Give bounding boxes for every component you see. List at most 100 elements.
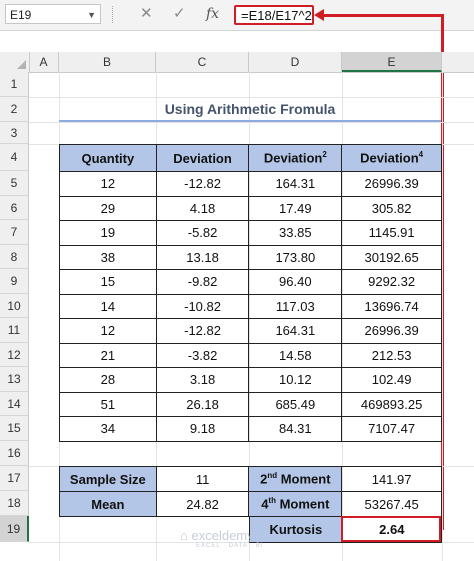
row-header-17[interactable]: 17 bbox=[0, 466, 29, 491]
row-header-6[interactable]: 6 bbox=[0, 195, 29, 220]
gridline bbox=[29, 122, 474, 123]
header-quantity[interactable]: Quantity bbox=[59, 144, 157, 172]
cell[interactable]: 19 bbox=[59, 220, 157, 246]
row-header-3[interactable]: 3 bbox=[0, 122, 29, 144]
cell[interactable]: 29 bbox=[59, 195, 157, 221]
cell[interactable]: 13.18 bbox=[155, 244, 250, 270]
watermark-icon: ⌂ bbox=[180, 528, 188, 543]
mean-value[interactable]: 24.82 bbox=[155, 491, 250, 517]
column-header-b[interactable]: B bbox=[59, 52, 156, 72]
header-deviation-squared[interactable]: Deviation2 bbox=[248, 144, 343, 172]
cell[interactable]: -3.82 bbox=[155, 342, 250, 368]
row-header-12[interactable]: 12 bbox=[0, 342, 29, 367]
cell[interactable]: 30192.65 bbox=[341, 244, 442, 270]
cell[interactable]: 1145.91 bbox=[341, 220, 442, 246]
insert-function-icon[interactable]: fx bbox=[206, 5, 219, 23]
cell[interactable]: 28 bbox=[59, 367, 157, 393]
moment-word: Moment bbox=[275, 496, 330, 512]
gridline bbox=[442, 72, 443, 561]
cell[interactable]: -9.82 bbox=[155, 269, 250, 295]
cell[interactable]: 685.49 bbox=[248, 391, 343, 417]
cell[interactable]: 7107.47 bbox=[341, 416, 442, 442]
sample-size-value[interactable]: 11 bbox=[155, 466, 250, 492]
enter-icon[interactable]: ✓ bbox=[173, 5, 186, 23]
column-header-d[interactable]: D bbox=[249, 52, 342, 72]
header-deviation-fourth[interactable]: Deviation4 bbox=[341, 144, 442, 172]
column-header-row: A B C D E bbox=[0, 52, 474, 73]
cell[interactable]: -12.82 bbox=[155, 318, 250, 344]
fourth-moment-value[interactable]: 53267.45 bbox=[341, 491, 442, 517]
row-header-5[interactable]: 5 bbox=[0, 171, 29, 196]
row-header-1[interactable]: 1 bbox=[0, 72, 29, 97]
row-header-13[interactable]: 13 bbox=[0, 367, 29, 392]
cell[interactable]: 34 bbox=[59, 416, 157, 442]
cell[interactable]: 26.18 bbox=[155, 391, 250, 417]
cell[interactable]: 13696.74 bbox=[341, 293, 442, 319]
cell[interactable]: 117.03 bbox=[248, 293, 343, 319]
mean-label[interactable]: Mean bbox=[59, 491, 157, 517]
cell[interactable]: 3.18 bbox=[155, 367, 250, 393]
header-deviation[interactable]: Deviation bbox=[155, 144, 250, 172]
cell[interactable]: 305.82 bbox=[341, 195, 442, 221]
name-box-value: E19 bbox=[10, 8, 32, 22]
sample-size-label[interactable]: Sample Size bbox=[59, 466, 157, 492]
name-box[interactable]: E19 ▼ bbox=[5, 4, 101, 24]
row-header-18[interactable]: 18 bbox=[0, 491, 29, 516]
row-header-14[interactable]: 14 bbox=[0, 391, 29, 416]
column-header-e[interactable]: E bbox=[342, 52, 442, 72]
row-header-4[interactable]: 4 bbox=[0, 144, 29, 171]
column-header-c[interactable]: C bbox=[156, 52, 249, 72]
select-all-corner[interactable] bbox=[0, 52, 30, 72]
cell[interactable]: -12.82 bbox=[155, 171, 250, 197]
row-header-2[interactable]: 2 bbox=[0, 97, 29, 122]
formula-input[interactable]: =E18/E17^2 bbox=[234, 5, 314, 25]
cell[interactable]: 102.49 bbox=[341, 367, 442, 393]
cell[interactable]: 212.53 bbox=[341, 342, 442, 368]
cell[interactable]: 173.80 bbox=[248, 244, 343, 270]
fourth-moment-label[interactable]: 4th Moment bbox=[248, 491, 343, 517]
cell[interactable]: 96.40 bbox=[248, 269, 343, 295]
row-header-10[interactable]: 10 bbox=[0, 293, 29, 318]
cell[interactable]: 51 bbox=[59, 391, 157, 417]
second-moment-value[interactable]: 141.97 bbox=[341, 466, 442, 492]
cell[interactable]: 15 bbox=[59, 269, 157, 295]
table-row: 19 -5.82 33.85 1145.91 bbox=[59, 220, 442, 246]
row-header-8[interactable]: 8 bbox=[0, 244, 29, 269]
cell[interactable]: 26996.39 bbox=[341, 318, 442, 344]
cell[interactable]: 14 bbox=[59, 293, 157, 319]
column-header-a[interactable]: A bbox=[29, 52, 59, 72]
cell[interactable]: 12 bbox=[59, 318, 157, 344]
table-row: 14 -10.82 117.03 13696.74 bbox=[59, 293, 442, 319]
separator bbox=[112, 6, 115, 23]
row-header-9[interactable]: 9 bbox=[0, 269, 29, 294]
row-header-19[interactable]: 19 bbox=[0, 516, 29, 542]
cell[interactable]: 9292.32 bbox=[341, 269, 442, 295]
cell[interactable]: -10.82 bbox=[155, 293, 250, 319]
cell[interactable]: 17.49 bbox=[248, 195, 343, 221]
cell[interactable]: 14.58 bbox=[248, 342, 343, 368]
cell[interactable]: 38 bbox=[59, 244, 157, 270]
table-row: 28 3.18 10.12 102.49 bbox=[59, 367, 442, 393]
cell[interactable]: 21 bbox=[59, 342, 157, 368]
row-header-15[interactable]: 15 bbox=[0, 416, 29, 441]
cell[interactable]: 164.31 bbox=[248, 171, 343, 197]
kurtosis-label[interactable]: Kurtosis bbox=[249, 516, 343, 543]
cell[interactable]: 164.31 bbox=[248, 318, 343, 344]
row-header-7[interactable]: 7 bbox=[0, 220, 29, 245]
cell[interactable]: 33.85 bbox=[248, 220, 343, 246]
cell[interactable]: 9.18 bbox=[155, 416, 250, 442]
cancel-icon[interactable]: ✕ bbox=[140, 5, 153, 23]
table-row: 21 -3.82 14.58 212.53 bbox=[59, 342, 442, 368]
cell[interactable]: 469893.25 bbox=[341, 391, 442, 417]
second-moment-label[interactable]: 2nd Moment bbox=[248, 466, 343, 492]
superscript: 2 bbox=[322, 150, 327, 160]
cell[interactable]: 84.31 bbox=[248, 416, 343, 442]
cell[interactable]: -5.82 bbox=[155, 220, 250, 246]
row-header-11[interactable]: 11 bbox=[0, 318, 29, 343]
cell[interactable]: 10.12 bbox=[248, 367, 343, 393]
row-header-16[interactable]: 16 bbox=[0, 440, 29, 466]
cell[interactable]: 4.18 bbox=[155, 195, 250, 221]
chevron-down-icon[interactable]: ▼ bbox=[87, 5, 96, 25]
cell[interactable]: 26996.39 bbox=[341, 171, 442, 197]
cell[interactable]: 12 bbox=[59, 171, 157, 197]
